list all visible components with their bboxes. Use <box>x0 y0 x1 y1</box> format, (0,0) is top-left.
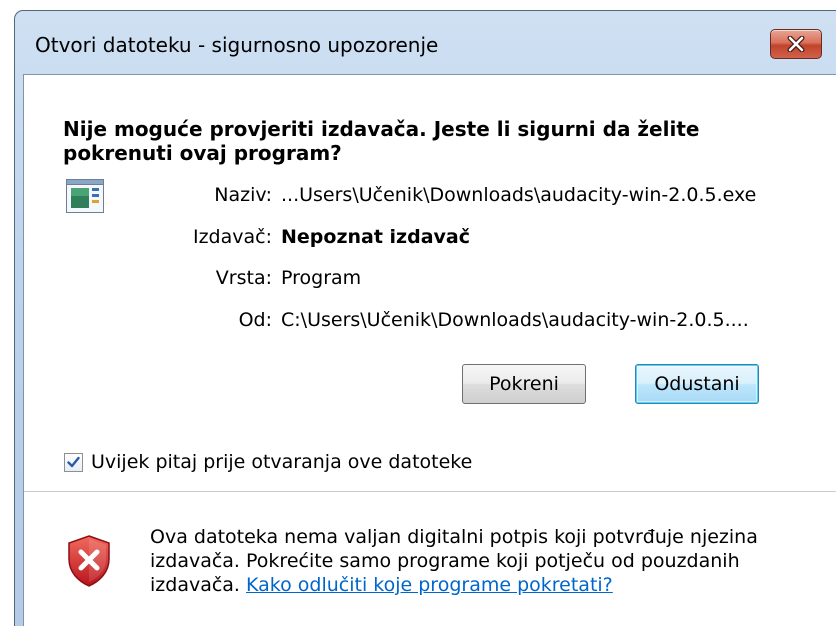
info-row-name: Naziv: ...Users\Učenik\Downloads\audacit… <box>24 184 836 212</box>
info-row-type: Vrsta: Program <box>24 267 836 295</box>
checkmark-icon <box>67 456 80 467</box>
help-link[interactable]: Kako odlučiti koje programe pokretati? <box>246 574 613 596</box>
close-icon <box>787 36 805 52</box>
security-shield-error-icon <box>66 534 112 592</box>
info-row-from: Od: C:\Users\Učenik\Downloads\audacity-w… <box>24 309 836 337</box>
name-label: Naziv: <box>214 184 272 206</box>
title-bar[interactable]: Otvori datoteku - sigurnosno upozorenje <box>15 11 836 74</box>
always-ask-option[interactable]: Uvijek pitaj prije otvaranja ove datotek… <box>64 449 472 475</box>
close-button[interactable] <box>770 29 822 59</box>
dialog-content: Nije moguće provjeriti izdavača. Jeste l… <box>23 74 836 626</box>
security-warning-dialog: Otvori datoteku - sigurnosno upozorenje … <box>14 10 836 626</box>
from-label: Od: <box>238 309 272 331</box>
from-value: C:\Users\Učenik\Downloads\audacity-win-2… <box>281 309 749 331</box>
type-value: Program <box>281 267 362 289</box>
publisher-value: Nepoznat izdavač <box>281 226 471 248</box>
footer-panel: Ova datoteka nema valjan digitalni potpi… <box>24 492 836 626</box>
cancel-button[interactable]: Odustani <box>635 364 759 404</box>
run-button[interactable]: Pokreni <box>462 364 586 404</box>
name-value: ...Users\Učenik\Downloads\audacity-win-2… <box>281 184 757 206</box>
warning-heading: Nije moguće provjeriti izdavača. Jeste l… <box>63 117 700 165</box>
publisher-label: Izdavač: <box>192 226 272 248</box>
footer-message: Ova datoteka nema valjan digitalni potpi… <box>150 525 810 597</box>
window-title: Otvori datoteku - sigurnosno upozorenje <box>35 33 439 57</box>
info-row-publisher: Izdavač: Nepoznat izdavač <box>24 226 836 254</box>
type-label: Vrsta: <box>215 267 272 289</box>
always-ask-label[interactable]: Uvijek pitaj prije otvaranja ove datotek… <box>91 451 472 473</box>
always-ask-checkbox[interactable] <box>64 452 83 472</box>
